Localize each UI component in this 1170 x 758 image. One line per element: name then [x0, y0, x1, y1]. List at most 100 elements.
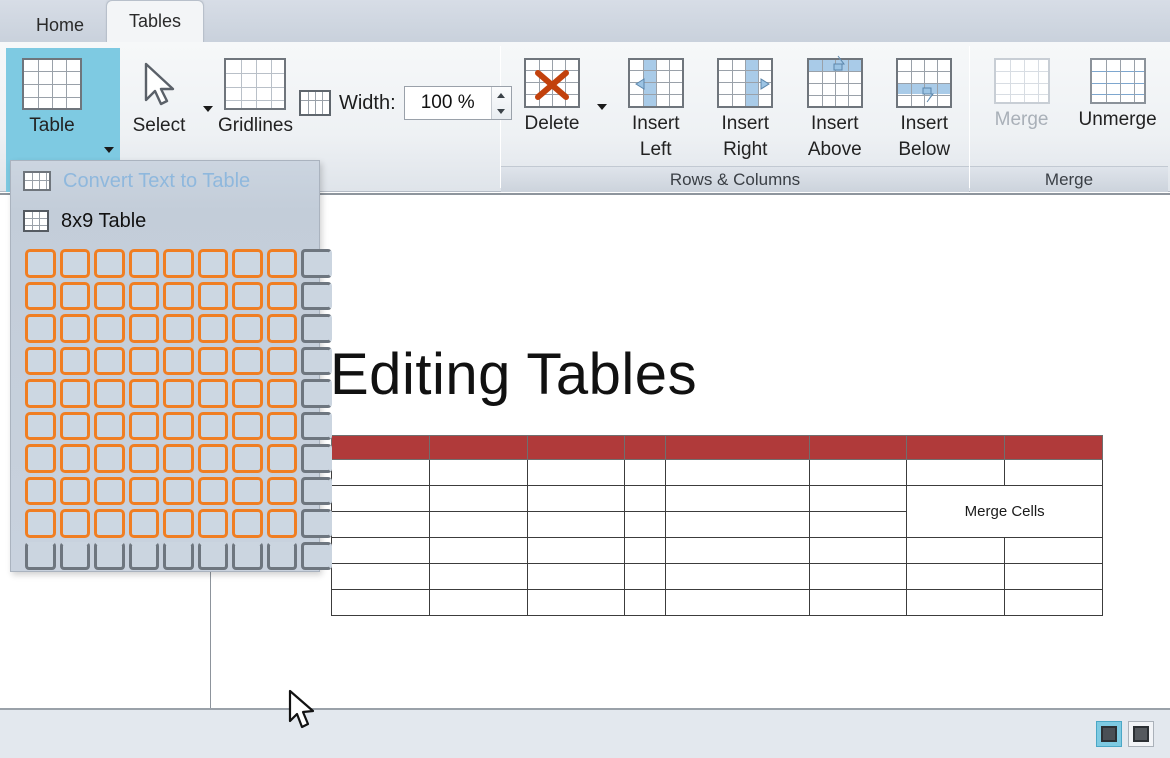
normal-view-button[interactable] [1096, 721, 1122, 747]
table-cell[interactable] [331, 485, 430, 512]
grid-cell-9x10[interactable] [301, 541, 332, 570]
grid-cell-7x3[interactable] [232, 314, 263, 343]
grid-cell-9x4[interactable] [301, 346, 332, 375]
table-cell[interactable] [664, 589, 810, 616]
grid-cell-4x3[interactable] [128, 314, 159, 343]
grid-cell-2x5[interactable] [59, 379, 90, 408]
table-header-cell[interactable] [906, 435, 1006, 460]
grid-cell-3x6[interactable] [94, 411, 125, 440]
table-cell[interactable] [664, 485, 810, 512]
grid-cell-1x2[interactable] [25, 281, 56, 310]
grid-cell-7x6[interactable] [232, 411, 263, 440]
grid-cell-6x4[interactable] [197, 346, 228, 375]
insert-right-button[interactable]: Insert Right [701, 48, 791, 160]
table-cell[interactable] [808, 563, 908, 590]
merged-table-cell[interactable]: Merge Cells [906, 485, 1103, 538]
grid-cell-5x10[interactable] [163, 541, 194, 570]
grid-cell-2x7[interactable] [59, 444, 90, 473]
grid-cell-7x8[interactable] [232, 476, 263, 505]
table-cell[interactable] [331, 459, 430, 486]
table-header-cell[interactable] [1004, 435, 1103, 460]
table-cell[interactable] [808, 537, 908, 564]
table-cell[interactable] [526, 589, 626, 616]
grid-cell-6x6[interactable] [197, 411, 228, 440]
grid-cell-4x2[interactable] [128, 281, 159, 310]
tab-home[interactable]: Home [14, 8, 106, 42]
table-cell[interactable] [664, 459, 810, 486]
grid-cell-8x9[interactable] [266, 509, 297, 538]
grid-cell-8x8[interactable] [266, 476, 297, 505]
table-cell[interactable] [331, 563, 430, 590]
table-header-cell[interactable] [624, 435, 666, 460]
grid-cell-9x5[interactable] [301, 379, 332, 408]
table-cell[interactable] [428, 563, 528, 590]
grid-cell-8x3[interactable] [266, 314, 297, 343]
document-table[interactable]: Merge Cells [331, 435, 1103, 616]
table-cell[interactable] [664, 537, 810, 564]
grid-cell-5x7[interactable] [163, 444, 194, 473]
grid-cell-3x10[interactable] [94, 541, 125, 570]
grid-cell-2x8[interactable] [59, 476, 90, 505]
grid-cell-5x4[interactable] [163, 346, 194, 375]
grid-cell-8x1[interactable] [266, 249, 297, 278]
table-header-cell[interactable] [428, 435, 528, 460]
insert-left-button[interactable]: Insert Left [611, 48, 701, 160]
table-cell[interactable] [526, 459, 626, 486]
grid-cell-7x5[interactable] [232, 379, 263, 408]
grid-cell-7x9[interactable] [232, 509, 263, 538]
grid-cell-7x2[interactable] [232, 281, 263, 310]
grid-cell-3x9[interactable] [94, 509, 125, 538]
full-screen-view-button[interactable] [1128, 721, 1154, 747]
grid-cell-9x1[interactable] [301, 249, 332, 278]
table-row[interactable]: Merge Cells [331, 485, 1103, 538]
grid-cell-9x2[interactable] [301, 281, 332, 310]
grid-cell-6x10[interactable] [197, 541, 228, 570]
table-cell[interactable] [808, 511, 908, 538]
grid-cell-5x3[interactable] [163, 314, 194, 343]
grid-cell-7x7[interactable] [232, 444, 263, 473]
grid-cell-9x6[interactable] [301, 411, 332, 440]
grid-cell-1x7[interactable] [25, 444, 56, 473]
table-cell[interactable] [906, 537, 1006, 564]
select-dropdown-caret-icon[interactable] [203, 106, 213, 112]
insert-below-button[interactable]: Insert Below [880, 48, 970, 160]
grid-cell-5x2[interactable] [163, 281, 194, 310]
table-header-cell[interactable] [526, 435, 626, 460]
table-row[interactable] [331, 459, 1103, 486]
grid-cell-2x4[interactable] [59, 346, 90, 375]
grid-cell-3x7[interactable] [94, 444, 125, 473]
grid-cell-5x5[interactable] [163, 379, 194, 408]
table-cell[interactable] [526, 537, 626, 564]
grid-cell-8x2[interactable] [266, 281, 297, 310]
table-cell[interactable] [331, 511, 430, 538]
grid-cell-3x2[interactable] [94, 281, 125, 310]
grid-cell-6x9[interactable] [197, 509, 228, 538]
grid-cell-4x5[interactable] [128, 379, 159, 408]
table-dropdown-caret-icon[interactable] [104, 147, 114, 153]
grid-cell-3x3[interactable] [94, 314, 125, 343]
insert-above-button[interactable]: Insert Above [790, 48, 880, 160]
table-cell[interactable] [624, 459, 666, 486]
table-cell[interactable] [428, 485, 528, 512]
grid-cell-5x1[interactable] [163, 249, 194, 278]
table-cell[interactable] [624, 485, 666, 512]
table-cell[interactable] [428, 511, 528, 538]
grid-cell-1x6[interactable] [25, 411, 56, 440]
grid-cell-7x1[interactable] [232, 249, 263, 278]
table-cell[interactable] [624, 589, 666, 616]
grid-cell-8x6[interactable] [266, 411, 297, 440]
grid-cell-1x10[interactable] [25, 541, 56, 570]
grid-cell-1x3[interactable] [25, 314, 56, 343]
table-cell[interactable] [331, 589, 430, 616]
table-cell[interactable] [906, 459, 1006, 486]
table-cell[interactable] [624, 563, 666, 590]
table-cell[interactable] [906, 563, 1006, 590]
grid-cell-4x9[interactable] [128, 509, 159, 538]
table-cell[interactable] [1004, 563, 1103, 590]
merge-button[interactable]: Merge [976, 48, 1067, 158]
table-size-grid[interactable] [25, 249, 332, 570]
select-button[interactable]: Select [120, 48, 198, 158]
grid-cell-6x2[interactable] [197, 281, 228, 310]
table-cell[interactable] [428, 459, 528, 486]
grid-cell-1x9[interactable] [25, 509, 56, 538]
